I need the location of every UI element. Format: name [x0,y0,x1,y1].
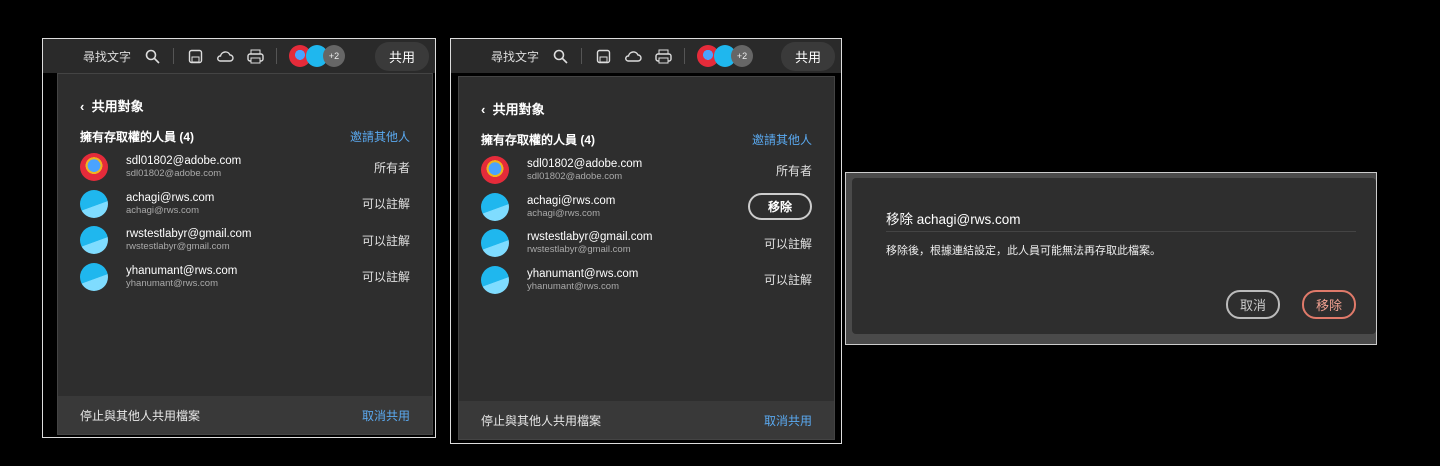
permission-role[interactable]: 可以註解 [362,232,410,249]
person-name: achagi@rws.com [126,191,215,204]
avatar [481,192,509,221]
person-email: yhanumant@rws.com [126,277,219,289]
person-row[interactable]: yhanumant@rws.com yhanumant@rws.com 可以註解 [80,262,410,292]
dialog-title: 移除 achagi@rws.com [886,212,1021,227]
person-name: achagi@rws.com [527,194,616,207]
share-window-1: 尋找文字 +2 共用 ‹ 共用對象 擁有存取權的人員 (4) 邀請其他人 sdl0… [42,38,436,438]
save-icon[interactable] [186,47,204,65]
permission-role: 所有者 [775,163,812,178]
toolbar: 尋找文字 +2 共用 [43,39,435,73]
person-row[interactable]: rwstestlabyr@gmail.com rwstestlabyr@gmai… [481,228,812,258]
person-row[interactable]: achagi@rws.com achagi@rws.com 移除 [481,192,812,222]
person-name: sdl01802@adobe.com [126,155,242,167]
print-icon[interactable] [654,47,672,65]
save-icon[interactable] [594,47,612,65]
avatar [481,156,509,184]
remove-button[interactable]: 移除 [747,193,812,220]
person-name: sdl01802@adobe.com [527,158,643,170]
avatar [80,262,108,291]
person-name: yhanumant@rws.com [126,264,238,277]
search-icon[interactable] [143,47,161,65]
divider [684,48,686,64]
shared-avatars[interactable]: +2 [697,45,754,67]
person-row[interactable]: sdl01802@adobe.com sdl01802@adobe.com 所有者 [80,152,410,182]
back-button[interactable]: ‹ 共用對象 [80,96,144,115]
person-name: yhanumant@rws.com [527,267,639,280]
avatar [80,189,108,218]
person-row[interactable]: yhanumant@rws.com yhanumant@rws.com 可以註解 [481,265,812,295]
unshare-link[interactable]: 取消共用 [362,407,410,424]
permission-role[interactable]: 可以註解 [362,268,410,285]
person-email: yhanumant@rws.com [527,280,620,292]
panel-footer: 停止與其他人共用檔案 取消共用 [459,401,834,439]
avatar [80,153,108,181]
find-text-label[interactable]: 尋找文字 [83,48,131,65]
remove-dialog: 移除 achagi@rws.com 移除後，根據連結設定，此人員可能無法再存取此… [845,172,1377,345]
more-users-count: +2 [731,45,754,67]
search-icon[interactable] [551,47,569,65]
person-email: rwstestlabyr@gmail.com [126,241,230,252]
person-email: sdl01802@adobe.com [527,171,623,182]
person-email: sdl01802@adobe.com [126,168,222,179]
cloud-icon[interactable] [624,47,642,65]
find-text-label[interactable]: 尋找文字 [491,48,539,65]
back-button[interactable]: ‹ 共用對象 [481,99,545,118]
chevron-left-icon: ‹ [80,99,92,114]
shared-avatars[interactable]: +2 [289,45,346,67]
avatar [481,265,509,294]
stop-sharing-label: 停止與其他人共用檔案 [481,413,602,428]
unshare-link[interactable]: 取消共用 [764,412,812,429]
person-email: rwstestlabyr@gmail.com [527,244,631,255]
section-heading: 擁有存取權的人員 (4) [481,133,596,147]
panel-title: 共用對象 [91,99,144,114]
divider [581,48,583,64]
confirm-remove-button[interactable]: 移除 [1302,290,1357,319]
print-icon[interactable] [246,47,264,65]
divider [276,48,278,64]
person-row[interactable]: rwstestlabyr@gmail.com rwstestlabyr@gmai… [80,225,410,255]
invite-link[interactable]: 邀請其他人 [752,131,812,148]
toolbar: 尋找文字 +2 共用 [451,39,841,73]
person-name: rwstestlabyr@gmail.com [126,228,252,240]
avatar [481,229,509,257]
share-panel: ‹ 共用對象 擁有存取權的人員 (4) 邀請其他人 sdl01802@adobe.… [458,76,835,440]
invite-link[interactable]: 邀請其他人 [350,128,410,145]
permission-role[interactable]: 可以註解 [362,195,410,212]
person-row[interactable]: achagi@rws.com achagi@rws.com 可以註解 [80,189,410,219]
share-button[interactable]: 共用 [780,41,835,71]
panel-title: 共用對象 [492,102,545,117]
permission-role: 所有者 [373,160,410,175]
more-users-count: +2 [323,45,346,67]
section-heading: 擁有存取權的人員 (4) [80,130,195,144]
permission-role[interactable]: 可以註解 [764,271,812,288]
share-button[interactable]: 共用 [374,41,429,71]
divider [886,231,1356,232]
share-panel: ‹ 共用對象 擁有存取權的人員 (4) 邀請其他人 sdl01802@adobe.… [57,73,433,435]
panel-footer: 停止與其他人共用檔案 取消共用 [58,396,432,434]
person-row[interactable]: sdl01802@adobe.com sdl01802@adobe.com 所有者 [481,155,812,185]
cloud-icon[interactable] [216,47,234,65]
cancel-button[interactable]: 取消 [1226,290,1281,319]
share-window-2: 尋找文字 +2 共用 ‹ 共用對象 擁有存取權的人員 (4) 邀請其他人 sdl0… [450,38,842,444]
avatar [80,226,108,254]
person-name: rwstestlabyr@gmail.com [527,231,653,243]
person-email: achagi@rws.com [126,204,199,216]
chevron-left-icon: ‹ [481,102,493,117]
divider [173,48,175,64]
dialog-message: 移除後，根據連結設定，此人員可能無法再存取此檔案。 [886,245,1161,257]
person-email: achagi@rws.com [527,207,600,219]
stop-sharing-label: 停止與其他人共用檔案 [80,408,201,423]
permission-role[interactable]: 可以註解 [764,235,812,252]
